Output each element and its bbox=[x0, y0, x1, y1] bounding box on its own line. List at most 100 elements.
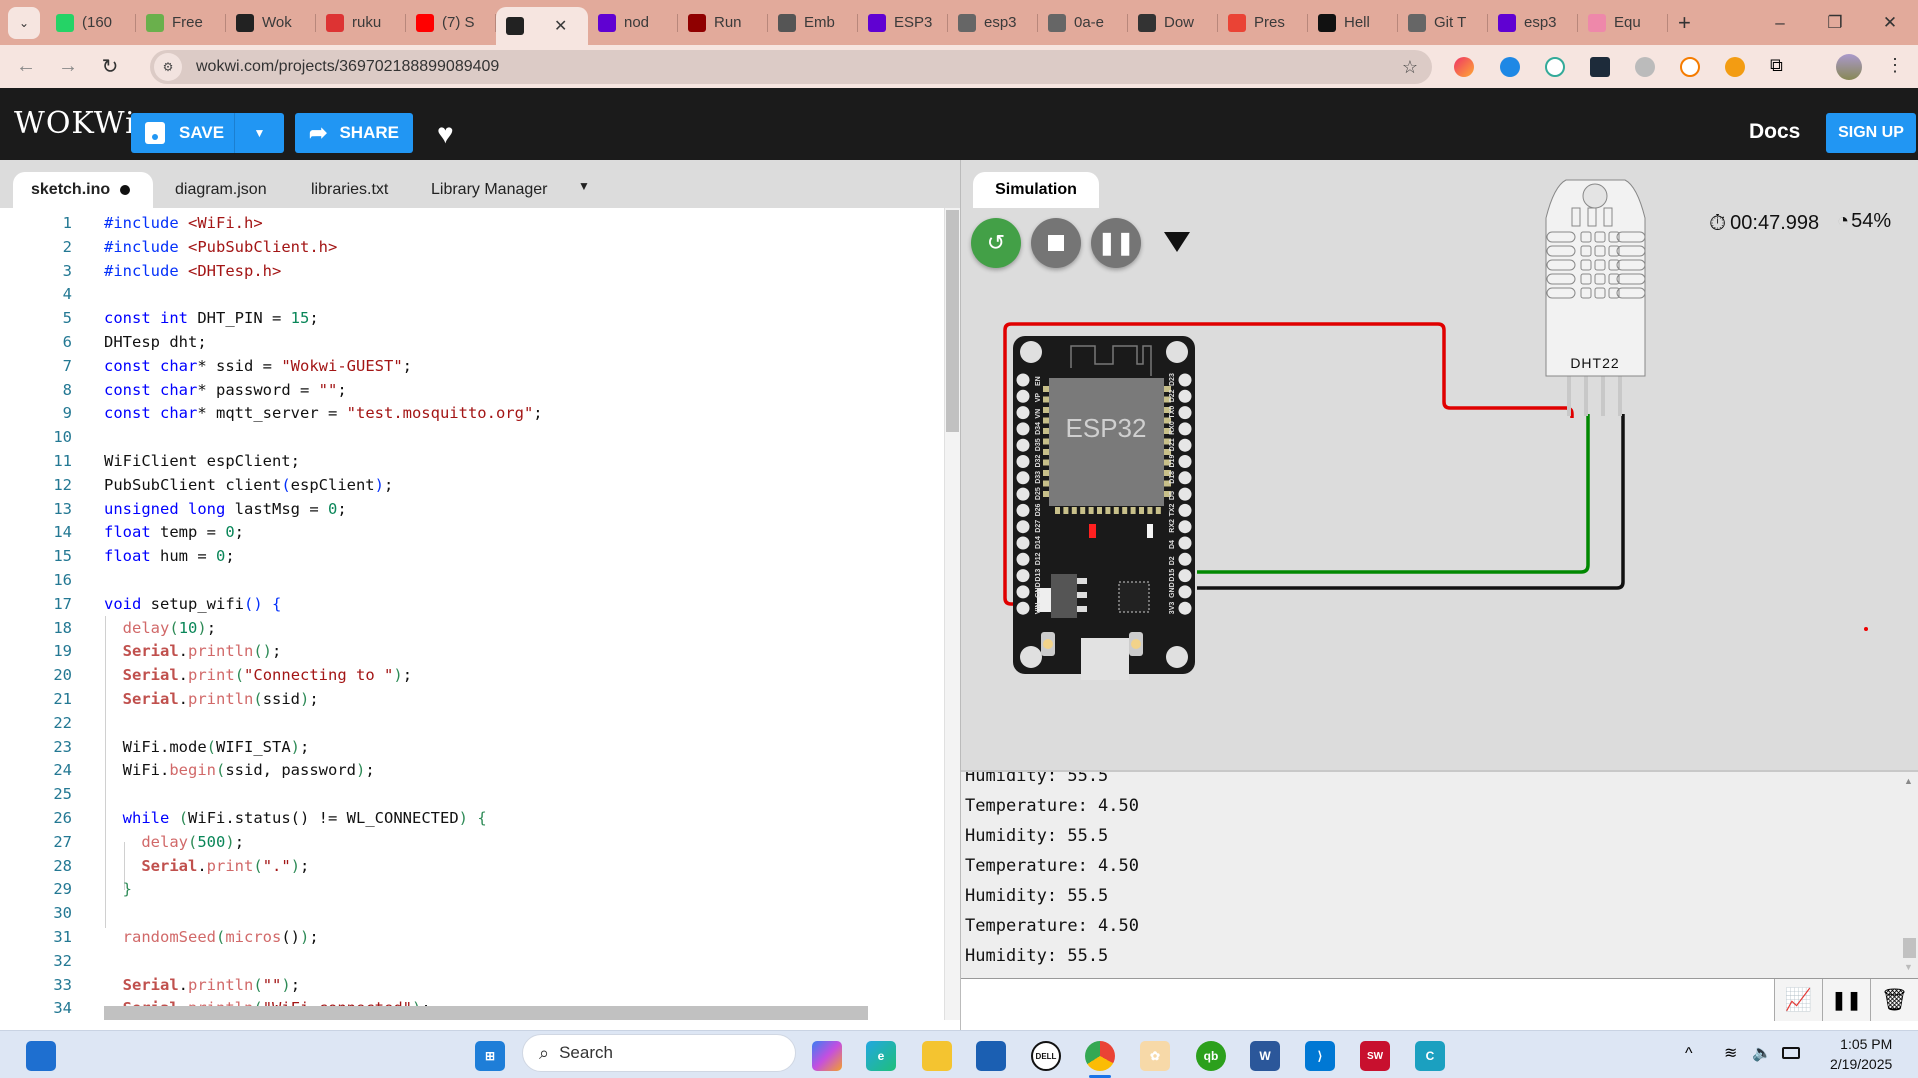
code-line[interactable]: 4 bbox=[0, 282, 940, 306]
url-bar[interactable]: ⚙ wokwi.com/projects/369702188899089409 … bbox=[150, 50, 1432, 84]
tab-diagram-json[interactable]: diagram.json bbox=[175, 172, 267, 208]
sign-up-button[interactable]: SIGN UP bbox=[1826, 113, 1916, 153]
edge-icon[interactable]: e bbox=[866, 1041, 896, 1071]
dht22-sensor[interactable]: DHT22 bbox=[1545, 179, 1646, 416]
code-line[interactable]: 19 Serial.println(); bbox=[0, 639, 940, 663]
browser-tab[interactable]: Git T bbox=[1398, 0, 1488, 45]
code-line[interactable]: 10 bbox=[0, 425, 940, 449]
browser-tab[interactable]: Dow bbox=[1128, 0, 1218, 45]
serial-monitor[interactable]: Humidity: 55.5 Temperature: 4.50 Humidity:… bbox=[961, 770, 1918, 978]
code-line[interactable]: 12 PubSubClient client(espClient); bbox=[0, 473, 940, 497]
dell-icon[interactable]: DELL bbox=[1031, 1041, 1061, 1071]
editor-horizontal-scrollbar[interactable] bbox=[104, 1006, 868, 1020]
more-tabs-caret-icon[interactable]: ▼ bbox=[578, 168, 590, 204]
code-line[interactable]: 21 Serial.println(ssid); bbox=[0, 687, 940, 711]
chrome-icon[interactable] bbox=[1085, 1041, 1115, 1071]
data-wire[interactable] bbox=[1197, 414, 1590, 574]
browser-tab[interactable]: (7) S bbox=[406, 0, 496, 45]
browser-tab[interactable]: Wok bbox=[226, 0, 316, 45]
code-line[interactable]: 5 const int DHT_PIN = 15; bbox=[0, 306, 940, 330]
docs-link[interactable]: Docs bbox=[1749, 120, 1800, 144]
code-line[interactable]: 24 WiFi.begin(ssid, password); bbox=[0, 758, 940, 782]
code-line[interactable]: 9 const char* mqtt_server = "test.mosquit… bbox=[0, 401, 940, 425]
browser-tab[interactable]: Emb bbox=[768, 0, 858, 45]
tab-library-manager[interactable]: Library Manager bbox=[431, 172, 548, 208]
code-line[interactable]: 8 const char* password = ""; bbox=[0, 378, 940, 402]
reset-button-cap[interactable] bbox=[1131, 639, 1141, 649]
forward-button[interactable]: → bbox=[50, 49, 86, 85]
heart-icon[interactable]: ♥ bbox=[437, 118, 454, 150]
taskbar-search[interactable]: ⌕ Search bbox=[522, 1034, 796, 1072]
browser-tab[interactable]: Hell bbox=[1308, 0, 1398, 45]
browser-tab[interactable]: esp3 bbox=[948, 0, 1038, 45]
color-picker-extension-icon[interactable] bbox=[1454, 57, 1474, 77]
site-info-icon[interactable]: ⚙ bbox=[154, 53, 182, 81]
orange-extension-icon[interactable] bbox=[1725, 57, 1745, 77]
widgets-icon[interactable] bbox=[26, 1041, 56, 1071]
code-line[interactable]: 29 } bbox=[0, 877, 940, 901]
code-line[interactable]: 16 bbox=[0, 568, 940, 592]
code-line[interactable]: 23 WiFi.mode(WIFI_STA); bbox=[0, 735, 940, 759]
browser-tab[interactable]: ✕ bbox=[496, 7, 588, 45]
minimize-button[interactable]: – bbox=[1750, 0, 1810, 45]
code-line[interactable]: 3 #include <DHTesp.h> bbox=[0, 259, 940, 283]
tab-libraries-txt[interactable]: libraries.txt bbox=[311, 172, 388, 208]
extensions-puzzle-icon[interactable]: ⧉ bbox=[1770, 55, 1790, 75]
browser-tab[interactable]: (160 bbox=[46, 0, 136, 45]
battery-icon[interactable] bbox=[1782, 1047, 1800, 1059]
code-line[interactable]: 25 bbox=[0, 782, 940, 806]
gnd-wire[interactable] bbox=[1197, 414, 1625, 590]
editor-scroll-thumb[interactable] bbox=[946, 210, 959, 432]
code-line[interactable]: 18 delay(10); bbox=[0, 616, 940, 640]
clear-serial-button[interactable]: 🗑 bbox=[1870, 979, 1918, 1021]
browser-tab[interactable]: Free bbox=[136, 0, 226, 45]
save-button[interactable]: SAVE ▼ bbox=[131, 113, 284, 153]
pause-serial-button[interactable]: ❚❚ bbox=[1822, 979, 1870, 1021]
code-line[interactable]: 13 unsigned long lastMsg = 0; bbox=[0, 497, 940, 521]
close-tab-icon[interactable]: ✕ bbox=[554, 16, 567, 36]
tab-sketch-ino[interactable]: sketch.ino bbox=[13, 172, 153, 208]
browser-tab[interactable]: Run bbox=[678, 0, 768, 45]
photos-icon[interactable]: ✿ bbox=[1140, 1041, 1170, 1071]
vscode-icon[interactable]: ⟩ bbox=[1305, 1041, 1335, 1071]
wifi-icon[interactable]: ≋ bbox=[1724, 1043, 1737, 1063]
boot-button-cap[interactable] bbox=[1043, 639, 1053, 649]
show-hidden-icons[interactable]: ^ bbox=[1685, 1045, 1693, 1063]
browser-tab[interactable]: 0a-e bbox=[1038, 0, 1128, 45]
close-window-button[interactable]: ✕ bbox=[1860, 0, 1918, 45]
canva-icon[interactable]: C bbox=[1415, 1041, 1445, 1071]
copilot-icon[interactable] bbox=[812, 1041, 842, 1071]
browser-tab[interactable]: nod bbox=[588, 0, 678, 45]
share-button[interactable]: ➦ SHARE bbox=[295, 113, 413, 153]
code-line[interactable]: 28 Serial.print("."); bbox=[0, 854, 940, 878]
url-text[interactable]: wokwi.com/projects/369702188899089409 bbox=[196, 58, 499, 76]
globe-extension-icon[interactable] bbox=[1635, 57, 1655, 77]
scroll-up-icon[interactable]: ▲ bbox=[1904, 776, 1913, 786]
code-line[interactable]: 31 randomSeed(micros()); bbox=[0, 925, 940, 949]
browser-tab[interactable]: Equ bbox=[1578, 0, 1668, 45]
bookmark-star-icon[interactable]: ☆ bbox=[1402, 57, 1418, 78]
code-line[interactable]: 1 #include <WiFi.h> bbox=[0, 211, 940, 235]
sync-extension-icon[interactable] bbox=[1545, 57, 1565, 77]
scroll-down-icon[interactable]: ▼ bbox=[1904, 962, 1913, 972]
wokwi-logo[interactable]: WOKWi bbox=[14, 106, 136, 141]
code-line[interactable]: 6 DHTesp dht; bbox=[0, 330, 940, 354]
browser-tab[interactable]: ESP3 bbox=[858, 0, 948, 45]
plotter-button[interactable]: 📈 bbox=[1774, 979, 1822, 1021]
volume-icon[interactable]: 🔈 bbox=[1752, 1043, 1772, 1063]
save-dropdown-button[interactable]: ▼ bbox=[234, 113, 284, 153]
word-icon[interactable]: W bbox=[1250, 1041, 1280, 1071]
code-line[interactable]: 22 bbox=[0, 711, 940, 735]
file-explorer-icon[interactable] bbox=[922, 1041, 952, 1071]
code-line[interactable]: 15 float hum = 0; bbox=[0, 544, 940, 568]
code-line[interactable]: 2 #include <PubSubClient.h> bbox=[0, 235, 940, 259]
code-line[interactable]: 14 float temp = 0; bbox=[0, 520, 940, 544]
react-devtools-icon[interactable] bbox=[1590, 57, 1610, 77]
restore-button[interactable]: ❐ bbox=[1805, 0, 1865, 45]
serial-scroll-thumb[interactable] bbox=[1903, 938, 1916, 958]
browser-tab[interactable]: esp3 bbox=[1488, 0, 1578, 45]
profile-avatar[interactable] bbox=[1836, 54, 1862, 80]
esp32-board[interactable]: ESP32 EN VP VN D34 D35 D32 D33 D25 D26 D27 D14 D12 D… bbox=[1013, 336, 1195, 680]
code-line[interactable]: 33 Serial.println(""); bbox=[0, 973, 940, 997]
windows-start-icon[interactable]: ⊞ bbox=[475, 1041, 505, 1071]
